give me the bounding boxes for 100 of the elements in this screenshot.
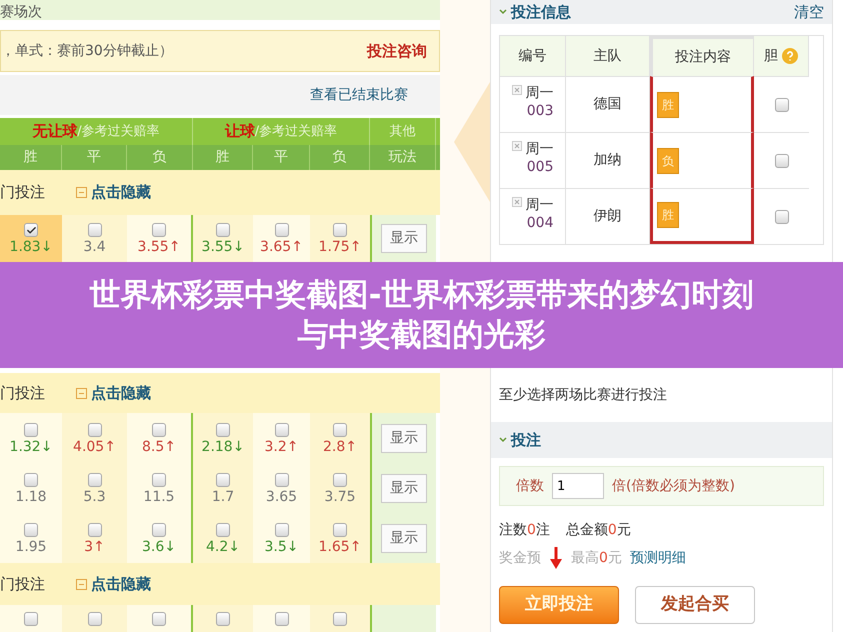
checkbox[interactable] <box>774 210 788 224</box>
play-options-cell <box>370 605 436 632</box>
odds-value: 8.5↑ <box>142 440 176 454</box>
odds-value: 1.75↑ <box>318 240 362 254</box>
checkbox[interactable] <box>216 472 230 486</box>
multiple-note: 倍(倍数必须为整数) <box>612 476 735 496</box>
total-amount: 总金额0元 <box>566 520 631 540</box>
checkbox[interactable] <box>274 223 288 237</box>
checkbox[interactable] <box>274 472 288 486</box>
prize-detail-link[interactable]: 预测明细 <box>630 548 686 568</box>
column-header: 投注内容 <box>675 48 731 67</box>
odds-value: 1.83↓ <box>10 240 52 254</box>
odds-value: 3.5↓ <box>264 540 298 554</box>
checkbox[interactable] <box>216 422 230 436</box>
check-icon <box>26 224 36 236</box>
match-day: 周一 <box>526 85 554 102</box>
remove-icon[interactable] <box>512 197 522 207</box>
remove-icon[interactable] <box>512 85 522 95</box>
multiple-input[interactable]: 1 <box>552 473 604 499</box>
checkbox[interactable] <box>24 472 38 486</box>
checkbox[interactable] <box>152 612 166 626</box>
prize-label: 奖金预 <box>499 548 541 568</box>
max-prize: 最高0元 <box>571 548 622 568</box>
odds-value: 1.65↑ <box>318 540 362 554</box>
ended-matches-link[interactable]: 查看已结束比赛 <box>310 84 408 106</box>
checkbox[interactable] <box>216 612 230 626</box>
checkbox[interactable] <box>216 522 230 536</box>
checkbox[interactable] <box>333 223 347 237</box>
odds-value: 2.8↑ <box>323 440 357 454</box>
checkbox[interactable] <box>88 422 102 436</box>
checkbox[interactable] <box>274 422 288 436</box>
help-icon <box>782 48 798 64</box>
multiple-label: 倍数 <box>516 476 544 496</box>
group-buy-button[interactable]: 发起合买 <box>635 586 755 624</box>
checkbox[interactable] <box>152 223 166 237</box>
section-title: 门投注 <box>0 574 46 595</box>
panel-title: 投注 <box>499 428 541 452</box>
checkbox[interactable] <box>216 223 230 237</box>
show-button[interactable]: 显示 <box>381 524 427 552</box>
collapse-icon <box>76 578 87 590</box>
odds-value: 3.55↓ <box>202 240 244 254</box>
checkbox[interactable] <box>88 472 102 486</box>
clear-link[interactable]: 清空 <box>794 0 824 24</box>
checkbox[interactable] <box>333 422 347 436</box>
odds-value: 1.32↓ <box>10 440 52 454</box>
odds-value: 1.7 <box>212 490 234 504</box>
checkbox[interactable] <box>152 472 166 486</box>
column-header: 胆 <box>764 46 778 66</box>
banner-title: 世界杯彩票中奖截图-世界杯彩票带来的梦幻时刻 <box>90 276 754 315</box>
checkbox[interactable] <box>333 472 347 486</box>
checkbox[interactable] <box>774 154 788 168</box>
chevron-icon <box>499 437 507 443</box>
odds-value: 3.75 <box>324 490 356 504</box>
section-title: 门投注 <box>0 382 46 404</box>
checkbox[interactable] <box>88 522 102 536</box>
odds-value: 1.95 <box>15 540 47 554</box>
checkbox[interactable] <box>88 612 102 626</box>
show-button[interactable]: 显示 <box>381 224 427 253</box>
checkbox[interactable] <box>333 612 347 626</box>
remove-icon[interactable] <box>512 141 522 151</box>
hint-text: 至少选择两场比赛进行投注 <box>499 386 668 404</box>
pick-badge: 胜 <box>657 92 679 118</box>
checkbox[interactable] <box>152 422 166 436</box>
odds-value: 4.2↓ <box>206 540 240 554</box>
checkbox[interactable] <box>24 612 38 626</box>
panel-title: 投注信息 <box>499 0 571 24</box>
show-button[interactable]: 显示 <box>381 474 427 502</box>
checkbox[interactable] <box>274 612 288 626</box>
checkbox[interactable] <box>274 522 288 536</box>
odds-value: 1.18 <box>15 490 47 504</box>
section-title: 门投注 <box>0 182 46 204</box>
hide-toggle[interactable]: 点击隐藏 <box>76 181 151 204</box>
notice-text: ，单式：赛前30分钟截止） <box>1 42 173 60</box>
checkbox[interactable] <box>774 98 788 112</box>
match-number: 004 <box>526 214 554 232</box>
section-title: 赛场次 <box>0 4 42 20</box>
checkbox[interactable] <box>24 422 38 436</box>
odds-value: 3.4 <box>83 240 106 254</box>
odds-value: 11.5 <box>143 490 175 504</box>
odds-value: 3↑ <box>84 540 105 554</box>
match-number: 003 <box>526 102 554 120</box>
odds-value: 3.55↑ <box>138 240 180 254</box>
checkbox[interactable] <box>24 522 38 536</box>
checkbox[interactable] <box>333 522 347 536</box>
banner-title: 与中奖截图的光彩 <box>298 316 546 355</box>
checkbox[interactable] <box>24 223 38 237</box>
odds-value: 3.65 <box>266 490 298 504</box>
pick-badge: 负 <box>657 148 679 174</box>
match-day: 周一 <box>526 197 554 214</box>
team-name: 伊朗 <box>594 207 622 226</box>
collapse-icon <box>76 388 87 398</box>
odds-value: 3.6↓ <box>142 540 176 554</box>
show-button[interactable]: 显示 <box>381 424 427 452</box>
pick-badge: 胜 <box>657 202 679 228</box>
match-day: 周一 <box>526 141 554 158</box>
hide-toggle[interactable]: 点击隐藏 <box>76 382 151 404</box>
consult-link[interactable]: 投注咨询 <box>367 40 427 62</box>
hide-toggle[interactable]: 点击隐藏 <box>76 572 151 596</box>
checkbox[interactable] <box>88 223 102 237</box>
checkbox[interactable] <box>152 522 166 536</box>
